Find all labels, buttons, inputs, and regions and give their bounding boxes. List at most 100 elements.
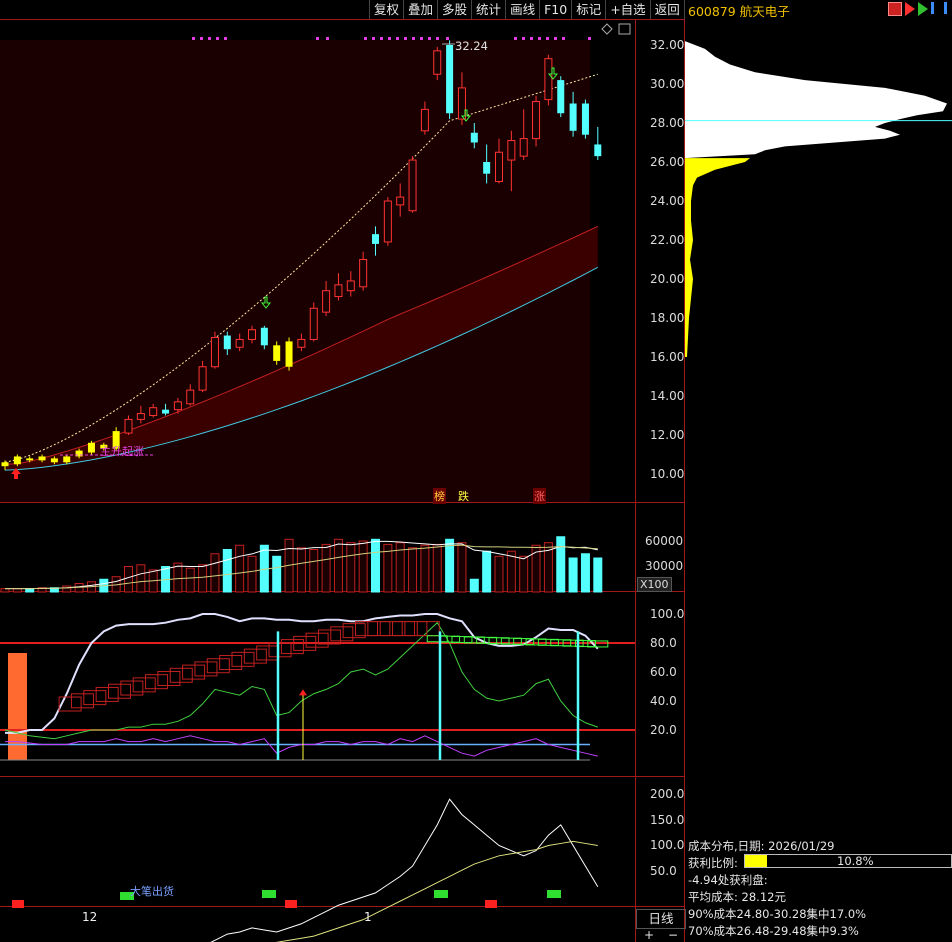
lower-tick: 50.0 bbox=[650, 864, 677, 878]
window-icon[interactable] bbox=[618, 23, 631, 35]
ladder-box bbox=[182, 664, 206, 680]
candle-body bbox=[334, 284, 343, 298]
marker-dot bbox=[514, 37, 517, 40]
price-tick: 14.00 bbox=[650, 389, 685, 403]
volume-bar bbox=[445, 538, 455, 593]
volume-tick: 30000 bbox=[645, 559, 684, 573]
candle-body bbox=[235, 338, 244, 348]
stock-chart[interactable] bbox=[0, 0, 952, 942]
candle-body bbox=[63, 456, 71, 463]
candle-body bbox=[1, 462, 9, 467]
candle-body bbox=[557, 80, 565, 114]
candle-body bbox=[470, 132, 478, 143]
cost-profile bbox=[685, 41, 952, 357]
volume-bar bbox=[580, 553, 590, 593]
candle-body bbox=[532, 101, 541, 140]
ladder-box bbox=[145, 674, 169, 690]
ladder-box bbox=[70, 693, 94, 709]
ladder-box bbox=[108, 683, 131, 699]
candle-body bbox=[38, 456, 46, 461]
indicator-tick: 100.0 bbox=[650, 607, 685, 621]
candle-body bbox=[408, 159, 417, 212]
volume-bar bbox=[556, 536, 566, 593]
marker-dot bbox=[428, 37, 431, 40]
candle-body bbox=[457, 87, 466, 120]
ladder-box bbox=[120, 680, 144, 696]
marker-dot bbox=[224, 37, 227, 40]
price-tick: 32.00 bbox=[650, 38, 685, 52]
ladder-box bbox=[317, 629, 341, 645]
ladder-box bbox=[367, 621, 391, 637]
lower-tick: 200.0 bbox=[650, 787, 685, 801]
marker-dot bbox=[388, 37, 391, 40]
ladder-box bbox=[268, 642, 292, 658]
volume-bar bbox=[62, 585, 72, 593]
price-tick: 10.00 bbox=[650, 467, 685, 481]
period-button[interactable]: 日线 bbox=[636, 909, 686, 929]
zoom-out-button[interactable]: − bbox=[668, 928, 678, 942]
candle-body bbox=[507, 140, 516, 161]
marker-dot bbox=[208, 37, 211, 40]
candle-body bbox=[519, 138, 528, 157]
candle-body bbox=[186, 389, 195, 405]
candle-body bbox=[285, 341, 293, 367]
ladder-box bbox=[219, 655, 243, 671]
price-tick: 30.00 bbox=[650, 77, 685, 91]
zoom-in-button[interactable]: + bbox=[644, 928, 654, 942]
candle-body bbox=[297, 338, 306, 348]
candle-body bbox=[581, 103, 589, 135]
candle-body bbox=[346, 280, 355, 292]
buy-signal-icon bbox=[299, 689, 307, 696]
ladder-box bbox=[157, 670, 181, 686]
marker-dot bbox=[200, 37, 203, 40]
marker-dot bbox=[562, 37, 565, 40]
volume-bar bbox=[235, 544, 245, 593]
profile-white bbox=[685, 41, 947, 159]
volume-bar bbox=[247, 555, 257, 593]
marker-dot bbox=[436, 37, 439, 40]
big-sell-label: 大笔出货 bbox=[130, 885, 174, 898]
ladder-box bbox=[330, 626, 354, 642]
volume-bar bbox=[185, 567, 195, 593]
lower-tick: 100.0 bbox=[650, 838, 685, 852]
volume-bar bbox=[494, 555, 504, 593]
signal-bang: 榜 bbox=[433, 488, 446, 504]
price-tick: 16.00 bbox=[650, 350, 685, 364]
marker-dot bbox=[546, 37, 549, 40]
diamond-icon[interactable] bbox=[601, 23, 613, 35]
candle-body bbox=[75, 450, 83, 457]
candle-body bbox=[13, 456, 21, 465]
volume-bar bbox=[371, 538, 380, 593]
indicator-layer bbox=[0, 613, 635, 761]
volume-bar bbox=[432, 543, 442, 593]
volume-bar bbox=[124, 566, 133, 593]
candle-body bbox=[309, 307, 318, 340]
sell-block bbox=[547, 890, 561, 898]
profit-label: 获利比例: bbox=[688, 856, 738, 870]
volume-bar bbox=[198, 564, 208, 593]
candle-body bbox=[210, 337, 219, 368]
candle-body bbox=[396, 196, 405, 206]
volume-tick: 60000 bbox=[645, 534, 684, 548]
candle-body bbox=[260, 327, 268, 346]
candle-body bbox=[149, 407, 158, 417]
volume-bar bbox=[25, 588, 35, 593]
marker-dot bbox=[420, 37, 423, 40]
volume-bar bbox=[173, 562, 183, 593]
high-price-label: 32.24 bbox=[455, 39, 488, 53]
candle-body bbox=[124, 418, 133, 434]
indicator-tick: 40.0 bbox=[650, 694, 677, 708]
marker-dot bbox=[326, 37, 329, 40]
marker-dot bbox=[316, 37, 319, 40]
volume-bar bbox=[408, 547, 418, 593]
candle-body bbox=[162, 409, 170, 414]
candle-body bbox=[223, 335, 231, 350]
volume-bar bbox=[593, 557, 603, 593]
volume-unit: X100 bbox=[637, 577, 672, 592]
marker-dot bbox=[380, 37, 383, 40]
candle-body bbox=[383, 200, 392, 243]
ladder-box bbox=[194, 661, 218, 677]
candle-body bbox=[433, 50, 442, 75]
candle-body bbox=[248, 329, 256, 340]
ladder-box bbox=[392, 621, 416, 637]
